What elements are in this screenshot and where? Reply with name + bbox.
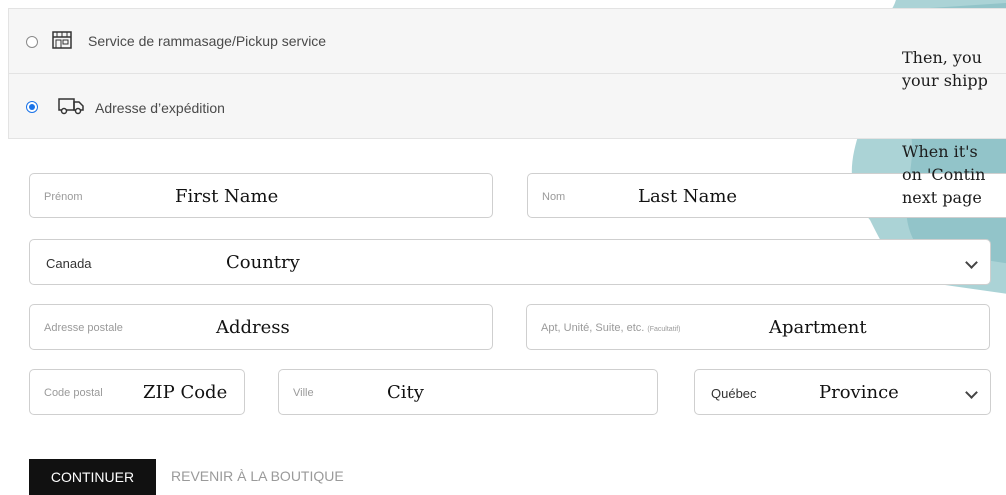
first-name-placeholder: Prénom <box>44 191 83 203</box>
province-annotation: Province <box>819 382 899 403</box>
apartment-placeholder: Apt, Unité, Suite, etc. (Facultatif) <box>541 322 681 334</box>
city-field[interactable]: Ville City <box>278 369 658 415</box>
country-annotation: Country <box>226 252 300 273</box>
back-to-shop-link[interactable]: REVENIR À LA BOUTIQUE <box>171 468 344 484</box>
postal-code-placeholder: Code postal <box>44 387 103 399</box>
continue-button[interactable]: CONTINUER <box>29 459 156 495</box>
tip-line-3: When it's <box>902 142 978 161</box>
last-name-placeholder: Nom <box>542 191 566 203</box>
address-annotation: Address <box>216 317 290 338</box>
country-value: Canada <box>46 256 92 271</box>
shipping-option[interactable]: Adresse d’expédition <box>8 73 1006 139</box>
province-value: Québec <box>711 386 757 401</box>
postal-code-annotation: ZIP Code <box>143 382 228 403</box>
apartment-annotation: Apartment <box>769 317 867 338</box>
country-select[interactable]: Canada Country <box>29 239 991 285</box>
address-placeholder: Adresse postale <box>44 322 123 334</box>
province-select[interactable]: Québec Province <box>694 369 991 415</box>
first-name-annotation: First Name <box>175 186 279 207</box>
city-placeholder: Ville <box>293 387 314 399</box>
city-annotation: City <box>387 382 424 403</box>
chevron-down-icon <box>965 386 978 399</box>
pickup-option[interactable]: Service de rammasage/Pickup service <box>8 8 1006 74</box>
tip-line-4: on 'Contin <box>902 165 986 184</box>
last-name-annotation: Last Name <box>638 186 738 207</box>
pickup-label: Service de rammasage/Pickup service <box>88 33 327 49</box>
chevron-down-icon <box>965 256 978 269</box>
shipping-radio[interactable] <box>26 101 38 113</box>
truck-icon <box>58 98 84 115</box>
apartment-field[interactable]: Apt, Unité, Suite, etc. (Facultatif) Apa… <box>526 304 990 350</box>
tip-line-1: Then, you <box>902 48 982 67</box>
pickup-radio[interactable] <box>26 36 38 48</box>
store-icon <box>52 31 72 49</box>
shipping-label: Adresse d’expédition <box>95 100 225 116</box>
address-field[interactable]: Adresse postale Address <box>29 304 493 350</box>
postal-code-field[interactable]: Code postal ZIP Code <box>29 369 245 415</box>
tip-line-2: your shipp <box>902 71 988 90</box>
tip-line-5: next page <box>902 188 982 207</box>
first-name-field[interactable]: Prénom First Name <box>29 173 493 218</box>
